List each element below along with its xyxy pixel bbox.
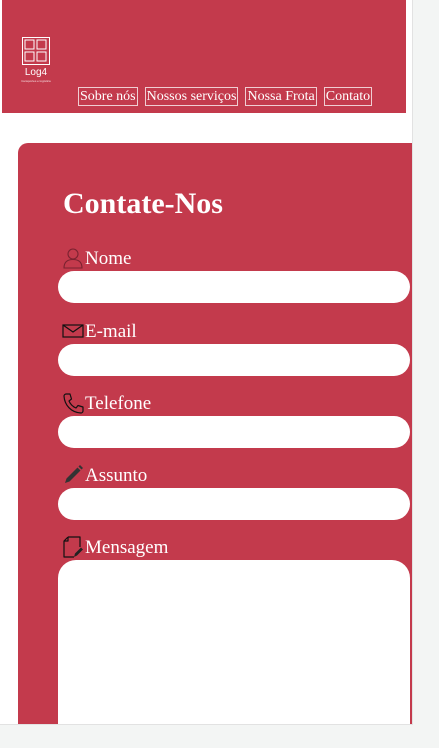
field-label-email: E-mail [62, 316, 137, 342]
logo-icon [22, 37, 50, 65]
logo-name: Log4 [24, 67, 48, 78]
label-telefone: Telefone [85, 393, 152, 414]
page: Log4 transportes e logística Sobre nós N… [0, 0, 413, 725]
contact-form-card: Contate-Nos Nome E-mail Telefone Assunto… [18, 143, 412, 724]
envelope-icon [62, 324, 84, 338]
document-edit-icon [63, 536, 83, 558]
nav-link-nossos-servicos[interactable]: Nossos serviços [144, 87, 239, 106]
pencil-icon [65, 465, 83, 483]
assunto-field[interactable] [58, 488, 410, 520]
phone-icon [63, 393, 84, 414]
field-label-assunto: Assunto [62, 460, 147, 486]
field-label-telefone: Telefone [62, 388, 151, 414]
nav-link-sobre-nos[interactable]: Sobre nós [78, 87, 138, 106]
telefone-field[interactable] [58, 416, 410, 448]
nav-link-nossa-frota[interactable]: Nossa Frota [245, 87, 317, 106]
logo-tagline: transportes e logística [21, 79, 51, 83]
mensagem-field[interactable] [58, 560, 410, 724]
label-mensagem: Mensagem [85, 537, 169, 558]
field-label-nome: Nome [62, 243, 131, 269]
field-label-mensagem: Mensagem [62, 532, 168, 558]
label-nome: Nome [85, 248, 132, 269]
label-email: E-mail [85, 321, 137, 342]
form-title: Contate-Nos [63, 187, 223, 220]
label-assunto: Assunto [85, 465, 148, 486]
main-nav: Sobre nós Nossos serviços Nossa Frota Co… [78, 87, 373, 106]
nav-link-contato[interactable]: Contato [323, 87, 373, 106]
logo[interactable]: Log4 transportes e logística [14, 36, 58, 83]
site-header: Log4 transportes e logística Sobre nós N… [2, 0, 406, 113]
nome-field[interactable] [58, 271, 410, 303]
user-icon [63, 248, 83, 269]
email-field[interactable] [58, 344, 410, 376]
